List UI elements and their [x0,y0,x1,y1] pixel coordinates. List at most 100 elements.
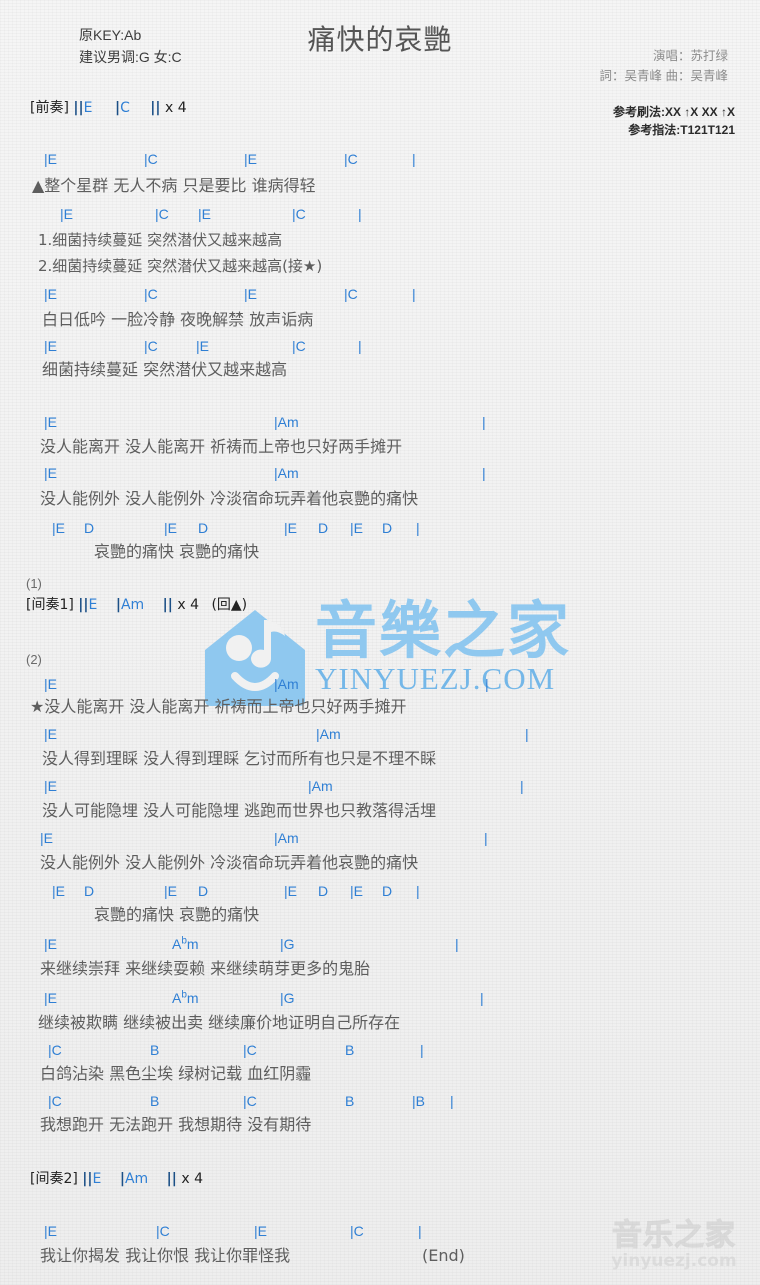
interlude1-chord-1: E [88,597,98,613]
interlude2-bar-3: || [166,1171,177,1187]
chord-bridge-l1-4: | [455,936,459,952]
chord-c2-l5-1: |E [52,883,65,899]
intro-times: x 4 [164,100,187,116]
chord-c2-l3-3: | [520,778,524,794]
interlude1-times: x 4 [177,597,199,613]
chord-c1-l1-3: | [482,414,486,430]
end-marker: (End) [422,1246,465,1265]
intro-bar-1: || [73,100,84,116]
chord-c1-l1-2: |Am [274,414,299,430]
chord-v1-l4-2: |C [144,338,158,354]
chord-c2-l2-2: |Am [316,726,341,742]
chord-c2-l1-3: | [485,676,489,692]
chord-c2-l4-3: | [484,830,488,846]
chord-bridge-l4-6: | [450,1093,454,1109]
intro-chord-2: C [120,100,130,116]
strum-pattern: 参考刷法:XX ↑X XX ↑X [612,105,735,119]
lyric-c2-l2: 没人得到理睬 没人得到理睬 乞讨而所有也只是不理不睬 [42,749,437,768]
chord-c1-l2-2: |Am [274,465,299,481]
chord-c1-l2-1: |E [44,465,57,481]
lyric-v1-l3: 白日低吟 一脸冷静 夜晚解禁 放声诟病 [42,310,314,329]
interlude1-chord-2: Am [120,597,145,613]
chord-c1-l3-6: D [318,520,329,536]
chord-v1-l3-3: |E [244,286,257,302]
chord-bridge-l1-1: |E [44,936,57,952]
interlude2-label: [间奏2] [30,1171,78,1187]
chord-c1-l2-3: | [482,465,486,481]
chord-v1-l3-4: |C [344,286,358,302]
lyric-c2-l5: 哀艷的痛快 哀艷的痛快 [94,905,260,924]
chord-v1-l4-3: |E [196,338,209,354]
lyric-c1-l1: 没人能离开 没人能离开 祈祷而上帝也只好两手摊开 [40,437,403,456]
chord-c2-l5-8: D [382,883,393,899]
interlude2-bar-1: || [82,1171,93,1187]
interlude2-chord-1: E [92,1171,102,1187]
chord-v1-l2-2: |C [155,206,169,222]
chord-v1-l1-4: |C [344,151,358,167]
credits: 演唱：苏打绿 詞：吴青峰 曲：吴青峰 [600,46,728,86]
lyric-outro-l1: 我让你揭发 我让你恨 我让你罪怪我 [40,1246,291,1265]
lyric-v1-l4: 细菌持续蔓延 突然潜伏又越来越高 [42,360,288,379]
chord-outro-l1-4: |C [350,1223,364,1239]
interlude1-label: [间奏1] [26,597,74,613]
chord-bridge-l2-1: |E [44,990,57,1006]
section-interlude-1: [间奏1] ||E |Am || x 4 (回▲) [26,594,247,616]
lyric-v1-l2-take1: 1.细菌持续蔓延 突然潜伏又越来越高 [38,231,283,249]
chord-c1-l3-8: D [382,520,393,536]
chord-c1-l3-7: |E [350,520,363,536]
chord-bridge-l3-5: | [420,1042,424,1058]
chord-v1-l3-1: |E [44,286,57,302]
chord-bridge-l2-4: | [480,990,484,1006]
chord-c1-l3-3: |E [164,520,177,536]
lyric-c2-l3: 没人可能隐埋 没人可能隐埋 逃跑而世界也只教落得活埋 [42,801,437,820]
play-hints: 参考刷法:XX ↑X XX ↑X 参考指法:T121T121 [613,103,735,139]
chord-bridge-l3-2: B [150,1042,160,1058]
chord-c2-l5-3: |E [164,883,177,899]
chord-bridge-l3-3: |C [243,1042,257,1058]
chord-c2-l4-1: |E [40,830,53,846]
lyric-bridge-l3: 白鸽沾染 黑色尘埃 绿树记载 血红阴霾 [40,1064,312,1083]
finger-pattern: 参考指法:T121T121 [628,123,735,137]
chord-bridge-l3-1: |C [48,1042,62,1058]
chord-c2-l1-1: |E [44,676,57,692]
singer: 演唱：苏打绿 [652,49,728,63]
chord-v1-l1-1: |E [44,151,57,167]
chord-bridge-l1-3: |G [280,936,295,952]
intro-bar-3: || [150,100,161,116]
chord-c2-l5-6: D [318,883,329,899]
chord-c2-l5-9: | [416,883,420,899]
lyric-bridge-l2: 继续被欺瞒 继续被出卖 继续廉价地证明自己所存在 [38,1013,401,1032]
chord-v1-l1-5: | [412,151,416,167]
lyric-c1-l2: 没人能例外 没人能例外 冷淡宿命玩弄着他哀艷的痛快 [40,489,419,508]
lyric-bridge-l1: 来继续崇拜 来继续耍赖 来继续萌芽更多的鬼胎 [40,959,371,978]
chord-c1-l3-5: |E [284,520,297,536]
interlude2-times: x 4 [181,1171,203,1187]
chord-c2-l3-2: |Am [308,778,333,794]
chord-v1-l3-2: |C [144,286,158,302]
chord-v1-l3-5: | [412,286,416,302]
chord-c2-l5-2: D [84,883,95,899]
chord-outro-l1-3: |E [254,1223,267,1239]
chord-bridge-l4-4: B [345,1093,355,1109]
interlude2-number: (2) [26,652,42,667]
chord-c2-l4-2: |Am [274,830,299,846]
chord-bridge-l2-2: Abm [172,989,199,1006]
chord-v1-l2-3: |E [198,206,211,222]
chord-c1-l3-2: D [84,520,95,536]
section-intro: [前奏] ||E |C || x 4 [30,97,187,119]
chord-c2-l5-4: D [198,883,209,899]
chord-v1-l4-4: |C [292,338,306,354]
chord-outro-l1-2: |C [156,1223,170,1239]
chord-bridge-l4-5: |B [412,1093,425,1109]
chord-bridge-l2-3: |G [280,990,295,1006]
chord-v1-l1-3: |E [244,151,257,167]
chord-c2-l2-3: | [525,726,529,742]
lyric-v1-l2-take2: 2.细菌持续蔓延 突然潜伏又越来越高(接★) [38,257,323,275]
interlude1-bar-1: || [78,597,89,613]
lyric-bridge-l4: 我想跑开 无法跑开 我想期待 没有期待 [40,1115,312,1134]
chord-v1-l2-5: | [358,206,362,222]
chord-c1-l3-4: D [198,520,209,536]
intro-label: [前奏] [30,100,69,116]
interlude1-note: (回▲) [211,597,248,613]
chord-outro-l1-5: | [418,1223,422,1239]
